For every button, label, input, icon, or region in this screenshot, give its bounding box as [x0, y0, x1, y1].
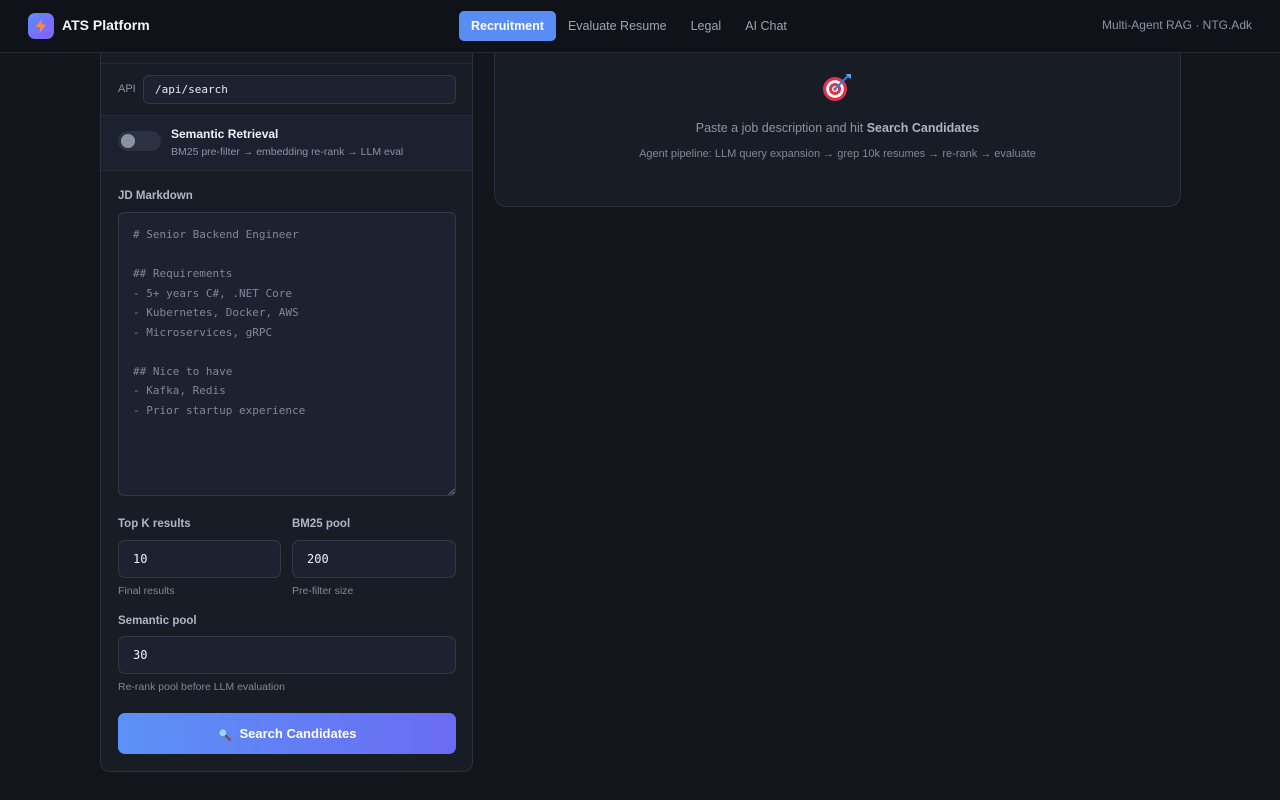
- top-k-hint: Final results: [118, 585, 175, 597]
- tab-ai-chat[interactable]: AI Chat: [733, 11, 799, 41]
- empty-state-message-prefix: Paste a job description and hit: [695, 121, 867, 135]
- bm25-pool-label: BM25 pool: [292, 518, 351, 530]
- toggle-knob: [121, 134, 135, 148]
- semantic-pool-input[interactable]: 30: [118, 636, 456, 674]
- semantic-pool-hint: Re-rank pool before LLM evaluation: [118, 681, 285, 693]
- brand-name: ATS Platform: [62, 17, 150, 33]
- semantic-retrieval-subtitle: BM25 pre-filter → embedding re-rank → LL…: [171, 146, 404, 158]
- jd-markdown-label: JD Markdown: [118, 190, 193, 202]
- semantic-retrieval-toggle[interactable]: [118, 131, 161, 151]
- main-nav: Recruitment Evaluate Resume Legal AI Cha…: [459, 11, 799, 41]
- tab-recruitment[interactable]: Recruitment: [459, 11, 556, 41]
- empty-state-message: Paste a job description and hit Search C…: [495, 121, 1180, 135]
- top-k-input[interactable]: 10: [118, 540, 281, 578]
- lightning-icon: [36, 19, 46, 33]
- tab-evaluate-resume[interactable]: Evaluate Resume: [556, 11, 679, 41]
- api-endpoint-input[interactable]: /api/search: [143, 75, 456, 104]
- search-form-panel: API /api/search Semantic Retrieval BM25 …: [100, 0, 473, 772]
- agent-pipeline-text: Agent pipeline: LLM query expansion → gr…: [639, 148, 1036, 160]
- api-row: API /api/search: [101, 63, 472, 115]
- app-logo[interactable]: [28, 13, 54, 39]
- bm25-pool-hint: Pre-filter size: [292, 585, 354, 597]
- platform-tagline: Multi-Agent RAG · NTG.Adk: [1101, 18, 1252, 32]
- semantic-pool-label: Semantic pool: [118, 615, 197, 627]
- semantic-retrieval-title: Semantic Retrieval: [171, 127, 279, 141]
- top-k-label: Top K results: [118, 518, 191, 530]
- magnifier-icon: [218, 727, 232, 741]
- api-label: API: [118, 83, 136, 95]
- top-bar: ATS Platform Recruitment Evaluate Resume…: [0, 0, 1280, 53]
- resize-handle-icon[interactable]: [448, 488, 455, 495]
- tab-legal[interactable]: Legal: [679, 11, 734, 41]
- semantic-retrieval-row: Semantic Retrieval BM25 pre-filter → emb…: [101, 115, 472, 171]
- jd-markdown-textarea[interactable]: # Senior Backend Engineer ## Requirement…: [118, 212, 456, 496]
- target-icon: [823, 74, 851, 101]
- empty-state-message-bold: Search Candidates: [866, 121, 980, 135]
- search-candidates-button[interactable]: Search Candidates: [118, 713, 456, 754]
- search-candidates-label: Search Candidates: [239, 726, 357, 741]
- bm25-pool-input[interactable]: 200: [292, 540, 456, 578]
